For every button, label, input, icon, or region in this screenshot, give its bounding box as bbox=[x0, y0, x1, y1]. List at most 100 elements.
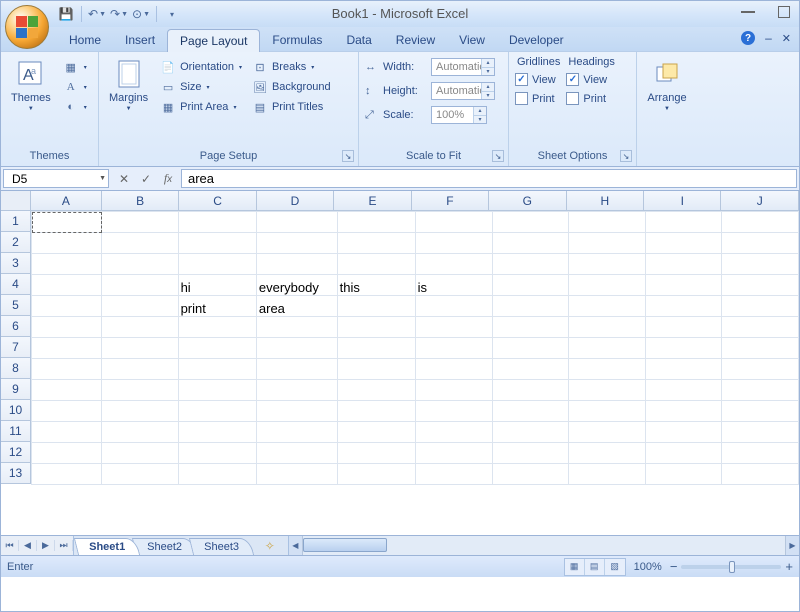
cell-J4[interactable] bbox=[722, 275, 799, 296]
headings-view-checkbox[interactable]: ✓View bbox=[566, 72, 614, 87]
column-header-H[interactable]: H bbox=[567, 191, 644, 211]
column-header-G[interactable]: G bbox=[489, 191, 566, 211]
cell-I7[interactable] bbox=[645, 338, 722, 359]
cell-J11[interactable] bbox=[722, 422, 799, 443]
cell-E2[interactable] bbox=[337, 233, 415, 254]
save-icon[interactable]: 💾 bbox=[57, 5, 75, 23]
cell-E11[interactable] bbox=[337, 422, 415, 443]
cell-D9[interactable] bbox=[256, 380, 337, 401]
gridlines-print-checkbox[interactable]: Print bbox=[515, 91, 560, 106]
office-button[interactable] bbox=[5, 5, 49, 49]
cell-G4[interactable] bbox=[492, 275, 569, 296]
cell-C12[interactable] bbox=[178, 443, 256, 464]
cell-A4[interactable] bbox=[32, 275, 102, 296]
cell-G10[interactable] bbox=[492, 401, 569, 422]
cell-H5[interactable] bbox=[569, 296, 646, 317]
cell-H11[interactable] bbox=[569, 422, 646, 443]
cell-I4[interactable] bbox=[645, 275, 722, 296]
cell-C11[interactable] bbox=[178, 422, 256, 443]
pagesetup-launcher[interactable]: ↘ bbox=[342, 150, 354, 162]
cell-D10[interactable] bbox=[256, 401, 337, 422]
cell-A2[interactable] bbox=[32, 233, 102, 254]
cell-E9[interactable] bbox=[337, 380, 415, 401]
cell-B1[interactable] bbox=[102, 212, 179, 233]
zoom-value[interactable]: 100% bbox=[634, 561, 662, 573]
sheet-nav-last[interactable]: ⏭ bbox=[55, 540, 73, 551]
cell-F3[interactable] bbox=[415, 254, 492, 275]
theme-effects[interactable]: ◐▾ bbox=[61, 98, 89, 116]
column-header-A[interactable]: A bbox=[31, 191, 102, 211]
themes-button[interactable]: Aa Themes ▼ bbox=[7, 56, 55, 114]
cell-J12[interactable] bbox=[722, 443, 799, 464]
cell-B10[interactable] bbox=[102, 401, 179, 422]
cell-B4[interactable] bbox=[102, 275, 179, 296]
name-box[interactable]: D5▼ bbox=[3, 169, 109, 188]
background-button[interactable]: 🖼Background bbox=[250, 78, 333, 96]
cell-J7[interactable] bbox=[722, 338, 799, 359]
cell-H13[interactable] bbox=[569, 464, 646, 485]
cell-I13[interactable] bbox=[645, 464, 722, 485]
cell-F8[interactable] bbox=[415, 359, 492, 380]
horizontal-scrollbar[interactable]: ◀▶ bbox=[288, 536, 799, 555]
minimize-ribbon[interactable]: – bbox=[765, 31, 772, 45]
theme-colors[interactable]: ▦▾ bbox=[61, 58, 89, 76]
cell-J2[interactable] bbox=[722, 233, 799, 254]
margins-button[interactable]: Margins ▼ bbox=[105, 56, 152, 114]
cell-B11[interactable] bbox=[102, 422, 179, 443]
view-normal[interactable]: ▦ bbox=[565, 559, 585, 575]
cell-I12[interactable] bbox=[645, 443, 722, 464]
cell-J6[interactable] bbox=[722, 317, 799, 338]
column-header-I[interactable]: I bbox=[644, 191, 721, 211]
cell-F1[interactable] bbox=[415, 212, 492, 233]
row-header-11[interactable]: 11 bbox=[1, 421, 31, 442]
sheet-tab-sheet2[interactable]: Sheet2 bbox=[132, 538, 197, 555]
view-page-layout[interactable]: ▤ bbox=[585, 559, 605, 575]
orientation-button[interactable]: 📄Orientation▾ bbox=[158, 58, 244, 76]
cell-G8[interactable] bbox=[492, 359, 569, 380]
cell-I11[interactable] bbox=[645, 422, 722, 443]
row-header-3[interactable]: 3 bbox=[1, 253, 31, 274]
cell-E3[interactable] bbox=[337, 254, 415, 275]
cell-D3[interactable] bbox=[256, 254, 337, 275]
cell-B5[interactable] bbox=[102, 296, 179, 317]
cell-H12[interactable] bbox=[569, 443, 646, 464]
cell-D2[interactable] bbox=[256, 233, 337, 254]
size-button[interactable]: ▭Size▾ bbox=[158, 78, 244, 96]
cell-G5[interactable] bbox=[492, 296, 569, 317]
cell-J13[interactable] bbox=[722, 464, 799, 485]
formula-accept[interactable]: ✓ bbox=[139, 172, 153, 186]
column-header-C[interactable]: C bbox=[179, 191, 256, 211]
cell-C10[interactable] bbox=[178, 401, 256, 422]
help-icon[interactable]: ? bbox=[741, 31, 755, 45]
cell-D8[interactable] bbox=[256, 359, 337, 380]
cell-A1[interactable] bbox=[32, 212, 102, 233]
cell-F5[interactable] bbox=[415, 296, 492, 317]
cell-B13[interactable] bbox=[102, 464, 179, 485]
sheet-nav-first[interactable]: ⏮ bbox=[1, 540, 19, 551]
cell-A12[interactable] bbox=[32, 443, 102, 464]
print-titles-button[interactable]: ▤Print Titles bbox=[250, 98, 333, 116]
arrange-button[interactable]: Arrange ▼ bbox=[643, 56, 690, 114]
cell-D13[interactable] bbox=[256, 464, 337, 485]
cell-G3[interactable] bbox=[492, 254, 569, 275]
cell-G11[interactable] bbox=[492, 422, 569, 443]
cell-G9[interactable] bbox=[492, 380, 569, 401]
sheetopt-launcher[interactable]: ↘ bbox=[620, 150, 632, 162]
theme-fonts[interactable]: A▾ bbox=[61, 78, 89, 96]
tab-formulas[interactable]: Formulas bbox=[260, 29, 334, 51]
formula-cancel[interactable]: ✕ bbox=[117, 172, 131, 186]
cell-I9[interactable] bbox=[645, 380, 722, 401]
cell-J1[interactable] bbox=[722, 212, 799, 233]
headings-print-checkbox[interactable]: Print bbox=[566, 91, 614, 106]
cell-F10[interactable] bbox=[415, 401, 492, 422]
cell-I2[interactable] bbox=[645, 233, 722, 254]
height-field[interactable]: Automatic▴▾ bbox=[431, 82, 495, 100]
cell-B8[interactable] bbox=[102, 359, 179, 380]
minimize-button[interactable] bbox=[739, 5, 757, 19]
cell-E4[interactable]: this bbox=[337, 275, 415, 296]
cell-H6[interactable] bbox=[569, 317, 646, 338]
cell-I3[interactable] bbox=[645, 254, 722, 275]
insert-worksheet[interactable]: ✧ bbox=[258, 536, 282, 555]
cell-C1[interactable] bbox=[178, 212, 256, 233]
cell-E1[interactable] bbox=[337, 212, 415, 233]
